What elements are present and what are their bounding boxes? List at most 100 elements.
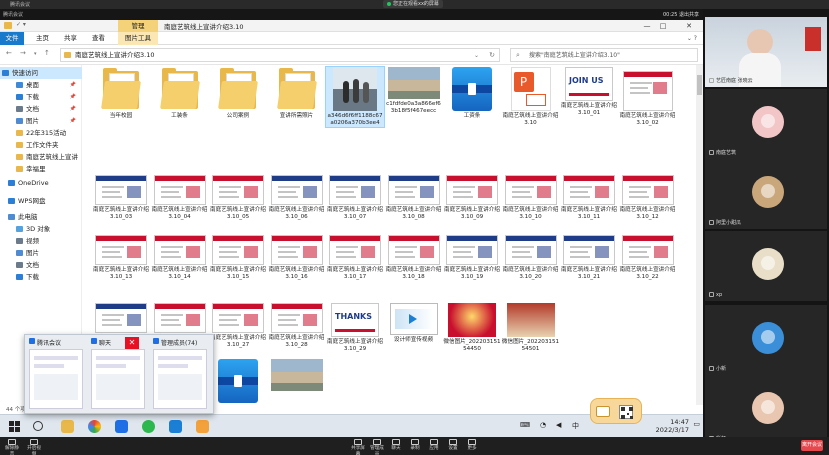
file-item[interactable]: a346d6f6ff1188c67a0206a370b3ee4 [325, 66, 385, 128]
file-item[interactable]: 宣讲所需照片 [268, 67, 326, 120]
participant-tile[interactable]: 南庭艺筑 [705, 89, 827, 159]
browser-icon[interactable] [88, 420, 101, 433]
file-item[interactable]: 南庭艺筑线上宣讲介绍3.10_07 [326, 175, 384, 221]
notification-icon[interactable]: ▭ [693, 420, 700, 428]
nav-item-13[interactable]: 视频 [0, 235, 82, 247]
tab-manage[interactable]: 管理 [118, 20, 158, 32]
nav-item-3[interactable]: 文档 📌 [0, 103, 82, 115]
file-item[interactable]: P 南庭艺筑线上宣讲介绍3.10 [502, 67, 560, 127]
file-item[interactable]: JOIN US 南庭艺筑线上宣讲介绍3.10_01 [560, 67, 618, 117]
leave-meeting-button[interactable]: 离开会议 [801, 440, 823, 451]
close-button[interactable]: ✕ [683, 20, 695, 32]
file-item[interactable]: 南庭艺筑线上宣讲介绍3.10_19 [443, 235, 501, 281]
file-item[interactable]: 南庭艺筑线上宣讲介绍3.10_12 [619, 175, 677, 221]
nav-item-0[interactable]: 快速访问 [0, 67, 82, 79]
search-circle-icon[interactable] [33, 421, 43, 431]
close-icon[interactable]: ✕ [125, 337, 139, 349]
share-screen-button[interactable]: 共享屏幕 [350, 439, 366, 455]
file-item[interactable]: 南庭艺筑线上宣讲介绍3.10_22 [619, 235, 677, 281]
nav-item-15[interactable]: 文档 [0, 259, 82, 271]
scroll-thumb[interactable] [697, 75, 702, 95]
nav-item-7[interactable]: 南庭艺筑线上宣讲 [0, 151, 82, 163]
forward-arrow-icon[interactable]: → [20, 49, 26, 57]
refresh-icon[interactable]: ↻ [489, 49, 495, 62]
quick-toolbar-icon[interactable]: ✓ ▾ [16, 21, 26, 28]
file-item[interactable]: c1fdfde0a3a866ef63b18f5f467eecc [385, 67, 443, 115]
file-item[interactable]: 工资条 [443, 67, 501, 120]
file-item[interactable]: 南庭艺筑线上宣讲介绍3.10_06 [268, 175, 326, 221]
manage-button[interactable]: 管理成员 [369, 439, 385, 455]
headset-button[interactable]: 解除静音 [4, 439, 20, 455]
chevron-down-icon[interactable]: ▾ [34, 51, 37, 57]
nav-item-2[interactable]: 下载 📌 [0, 91, 82, 103]
participant-tile[interactable]: 小新 [705, 305, 827, 375]
file-item[interactable]: 南庭艺筑线上宣讲介绍3.10_11 [560, 175, 618, 221]
tab-file[interactable]: 文件 [0, 32, 24, 45]
taskbar-clock[interactable]: 14:47 2022/3/17 [656, 418, 689, 434]
file-item[interactable]: 南庭艺筑线上宣讲介绍3.10_09 [443, 175, 501, 221]
file-item[interactable]: THANKS 南庭艺筑线上宣讲介绍3.10_29 [326, 303, 384, 353]
tencent-meeting-icon[interactable] [115, 420, 128, 433]
file-item[interactable] [209, 359, 267, 405]
file-item[interactable]: 南庭艺筑线上宣讲介绍3.10_05 [209, 175, 267, 221]
file-item[interactable] [268, 359, 326, 393]
minimize-button[interactable]: — [641, 20, 653, 32]
nav-item-9[interactable]: OneDrive [0, 177, 82, 189]
file-item[interactable]: 南庭艺筑线上宣讲介绍3.10_21 [560, 235, 618, 281]
viewing-indicator[interactable]: 您正在观看xx的屏幕 [383, 0, 443, 8]
volume-icon[interactable]: ◀ [556, 421, 561, 429]
more-button[interactable]: 更多 [464, 439, 480, 452]
media-player-icon[interactable] [169, 420, 182, 433]
preview-window-1[interactable]: 聊天 [87, 335, 149, 415]
ribbon-expand-icon[interactable]: ⌄ ? [687, 35, 697, 42]
file-item[interactable]: 南庭艺筑线上宣讲介绍3.10_15 [209, 235, 267, 281]
file-item[interactable]: 公司案例 [209, 67, 267, 120]
chat-button[interactable]: 聊天 [388, 439, 404, 452]
address-dropdown-icon[interactable]: ⌄ [474, 49, 479, 62]
tab-view[interactable]: 查看 [84, 32, 113, 45]
nav-item-6[interactable]: 工作文件夹 [0, 139, 82, 151]
back-arrow-icon[interactable]: ← [6, 49, 12, 57]
qr-code-icon[interactable] [619, 405, 633, 419]
address-bar[interactable]: 南庭艺筑线上宣讲介绍3.10 ⌄ ↻ [60, 48, 500, 62]
preview-window-0[interactable]: 腾讯会议 [25, 335, 87, 415]
file-item[interactable]: 南庭艺筑线上宣讲介绍3.10_08 [385, 175, 443, 221]
tab-picture-tools[interactable]: 图片工具 [118, 32, 158, 45]
nav-item-1[interactable]: 桌面 📌 [0, 79, 82, 91]
file-item[interactable]: 工装条 [151, 67, 209, 120]
participant-tile[interactable]: 彩虹 [705, 375, 827, 445]
file-item[interactable]: 南庭艺筑线上宣讲介绍3.10_04 [151, 175, 209, 221]
file-item[interactable]: 南庭艺筑线上宣讲介绍3.10_28 [268, 303, 326, 349]
file-item[interactable]: 南庭艺筑线上宣讲介绍3.10_27 [209, 303, 267, 349]
file-explorer-icon[interactable] [61, 420, 74, 433]
nav-item-14[interactable]: 图片 [0, 247, 82, 259]
search-input[interactable]: ⌕ 搜索"南庭艺筑线上宣讲介绍3.10" [510, 48, 698, 62]
settings-button[interactable]: 设置 [445, 439, 461, 452]
tab-home[interactable]: 主页 [28, 32, 57, 45]
apps-button[interactable]: 应用 [426, 439, 442, 452]
record-button[interactable]: 录制 [407, 439, 423, 452]
nav-item-10[interactable]: WPS网盘 [0, 195, 82, 207]
nav-item-12[interactable]: 3D 对象 [0, 223, 82, 235]
participant-tile[interactable]: 阿里小甜瓜 [705, 159, 827, 229]
participant-tile[interactable]: xp [705, 231, 827, 301]
vertical-scrollbar[interactable] [696, 65, 703, 405]
file-item[interactable]: 当年校园 [92, 67, 150, 120]
preview-window-2[interactable]: 管理成员(74) [149, 335, 211, 415]
file-item[interactable]: 南庭艺筑线上宣讲介绍3.10_14 [151, 235, 209, 281]
keyboard-icon[interactable]: ⌨ [520, 421, 530, 429]
nav-item-8[interactable]: 幸福里 [0, 163, 82, 175]
file-item[interactable]: 南庭艺筑线上宣讲介绍3.10_13 [92, 235, 150, 281]
screenshot-icon[interactable] [596, 406, 610, 417]
floating-tool-overlay[interactable] [590, 398, 642, 424]
file-item[interactable]: 南庭艺筑线上宣讲介绍3.10_16 [268, 235, 326, 281]
nav-item-5[interactable]: 22年315活动 [0, 127, 82, 139]
nav-item-16[interactable]: 下载 [0, 271, 82, 283]
file-item[interactable]: 南庭艺筑线上宣讲介绍3.10_20 [502, 235, 560, 281]
file-item[interactable]: 南庭艺筑线上宣讲介绍3.10_02 [619, 71, 677, 127]
tab-share[interactable]: 共享 [56, 32, 85, 45]
wechat-icon[interactable] [142, 420, 155, 433]
nav-item-11[interactable]: 此电脑 [0, 211, 82, 223]
nav-item-4[interactable]: 图片 📌 [0, 115, 82, 127]
app-icon[interactable] [196, 420, 209, 433]
